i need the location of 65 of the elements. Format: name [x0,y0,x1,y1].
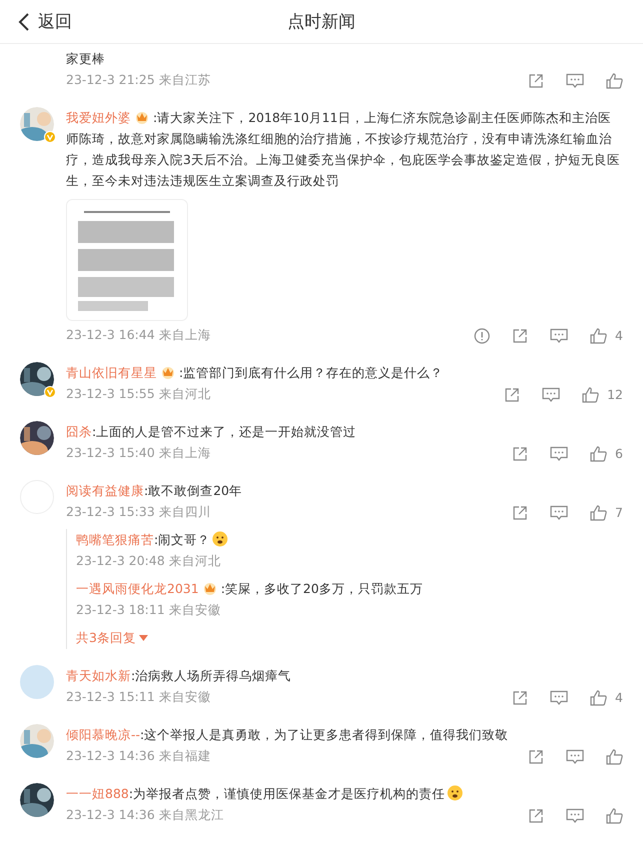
user-name[interactable]: 青天如水新 [66,668,131,683]
share-icon[interactable] [528,808,544,824]
share-icon[interactable] [512,446,528,462]
like-icon[interactable] [590,446,608,462]
like-icon[interactable] [606,72,623,88]
like-icon[interactable] [582,386,600,402]
comment-text: 倾阳慕晚凉--:这个举报人是真勇敢，为了让更多患者得到保障，值得我们致敬 [66,726,510,744]
comment-text: 青山依旧有星星 :监管部门到底有什么用？存在的意义是什么？ [66,364,444,382]
user-name[interactable]: 鸭嘴笔狠痛苦 [76,532,154,547]
like-icon[interactable] [590,328,608,344]
user-name[interactable]: 囧杀 [66,424,92,439]
user-name[interactable]: 我爱妞外婆 [66,110,131,125]
comment-text: 我爱妞外婆 :请大家关注下，2018年10月11日，上海仁济东院急诊副主任医师陈杰和主治医师陈琦，故意对家属隐瞒输洗涤红细胞的治疗措施，不按诊疗规范治疗，没有申请洗涤红输血治疗，造成我母亲入院3天后不治。上海卫健委充当保护伞，包庇医学会事故鉴定造假，护短无良医生，至今未对违法违规医生立案调查及行政处罚 [66,109,621,190]
caret-icon [138,635,148,641]
comment-time: 23-12-3 15:40 来自上海 [66,445,211,462]
like-icon[interactable] [590,690,608,706]
like-count: 6 [615,446,623,461]
comment-time: 23-12-3 21:25 来自江苏 [66,72,211,89]
avatar [20,665,54,699]
user-name[interactable]: 一遇风雨便化龙2031 [76,581,199,596]
reply-time: 23-12-3 20:48 来自河北 [76,552,222,570]
comment-text: 一一妞888:为举报者点赞，谨慎使用医保基金才是医疗机构的责任 [66,783,623,804]
share-icon[interactable] [528,748,544,764]
comment-icon[interactable] [550,446,568,462]
user-name[interactable]: 青山依旧有星星 [66,365,157,380]
share-icon[interactable] [528,72,544,88]
like-icon[interactable] [590,504,608,520]
chevron-icon [18,12,30,32]
comment-icon[interactable] [566,72,584,88]
share-icon[interactable] [512,504,528,520]
share-icon[interactable] [512,690,528,706]
like-icon[interactable] [606,748,623,764]
back-button[interactable]: 返回 [18,10,72,33]
comment-text: 青天如水新:治病救人场所弄得乌烟瘴气 [66,667,292,685]
page-title: 点时新闻 [288,11,356,33]
report-icon[interactable] [474,328,490,344]
user-name[interactable]: 阅读有益健康 [66,483,144,498]
comment-icon[interactable] [566,808,584,824]
comment-icon[interactable] [550,504,568,520]
comment-text: 囧杀:上面的人是管不过来了，还是一开始就没管过 [66,423,358,441]
comment-icon[interactable] [566,748,584,764]
comment-time: 23-12-3 15:11 来自安徽 [66,689,211,706]
like-icon[interactable] [606,808,623,824]
like-count: 7 [615,505,623,520]
user-name[interactable]: 一一妞888 [66,786,129,801]
comment-icon[interactable] [550,690,568,706]
comment-icon[interactable] [542,386,560,402]
like-count: 4 [615,328,623,343]
reply-text: 鸭嘴笔狠痛苦:闹文哥？ [76,529,623,550]
comment-text: 阅读有益健康:敢不敢倒查20年 [66,482,244,500]
share-icon[interactable] [512,328,528,344]
reply-text: 一遇风雨便化龙2031 :笑屎，多收了20多万，只罚款五万 [76,580,424,598]
comment-time: 23-12-3 16:44 来自上海 [66,327,211,344]
user-name[interactable]: 倾阳慕晚凉-- [66,727,140,742]
more-replies-link[interactable]: 共3条回复 [76,627,148,649]
comment-time: 23-12-3 15:33 来自四川 [66,504,211,521]
comment-time: 23-12-3 14:36 来自福建 [66,748,211,765]
comment-icon[interactable] [550,328,568,344]
share-icon[interactable] [504,386,520,402]
like-count: 4 [615,690,623,705]
comment-time: 23-12-3 15:55 来自河北 [66,386,211,403]
like-count: 12 [607,387,623,402]
reply-time: 23-12-3 18:11 来自安徽 [76,601,222,619]
comment-time: 23-12-3 14:36 来自黑龙江 [66,807,224,824]
comment-text: 家更棒 [66,50,106,68]
